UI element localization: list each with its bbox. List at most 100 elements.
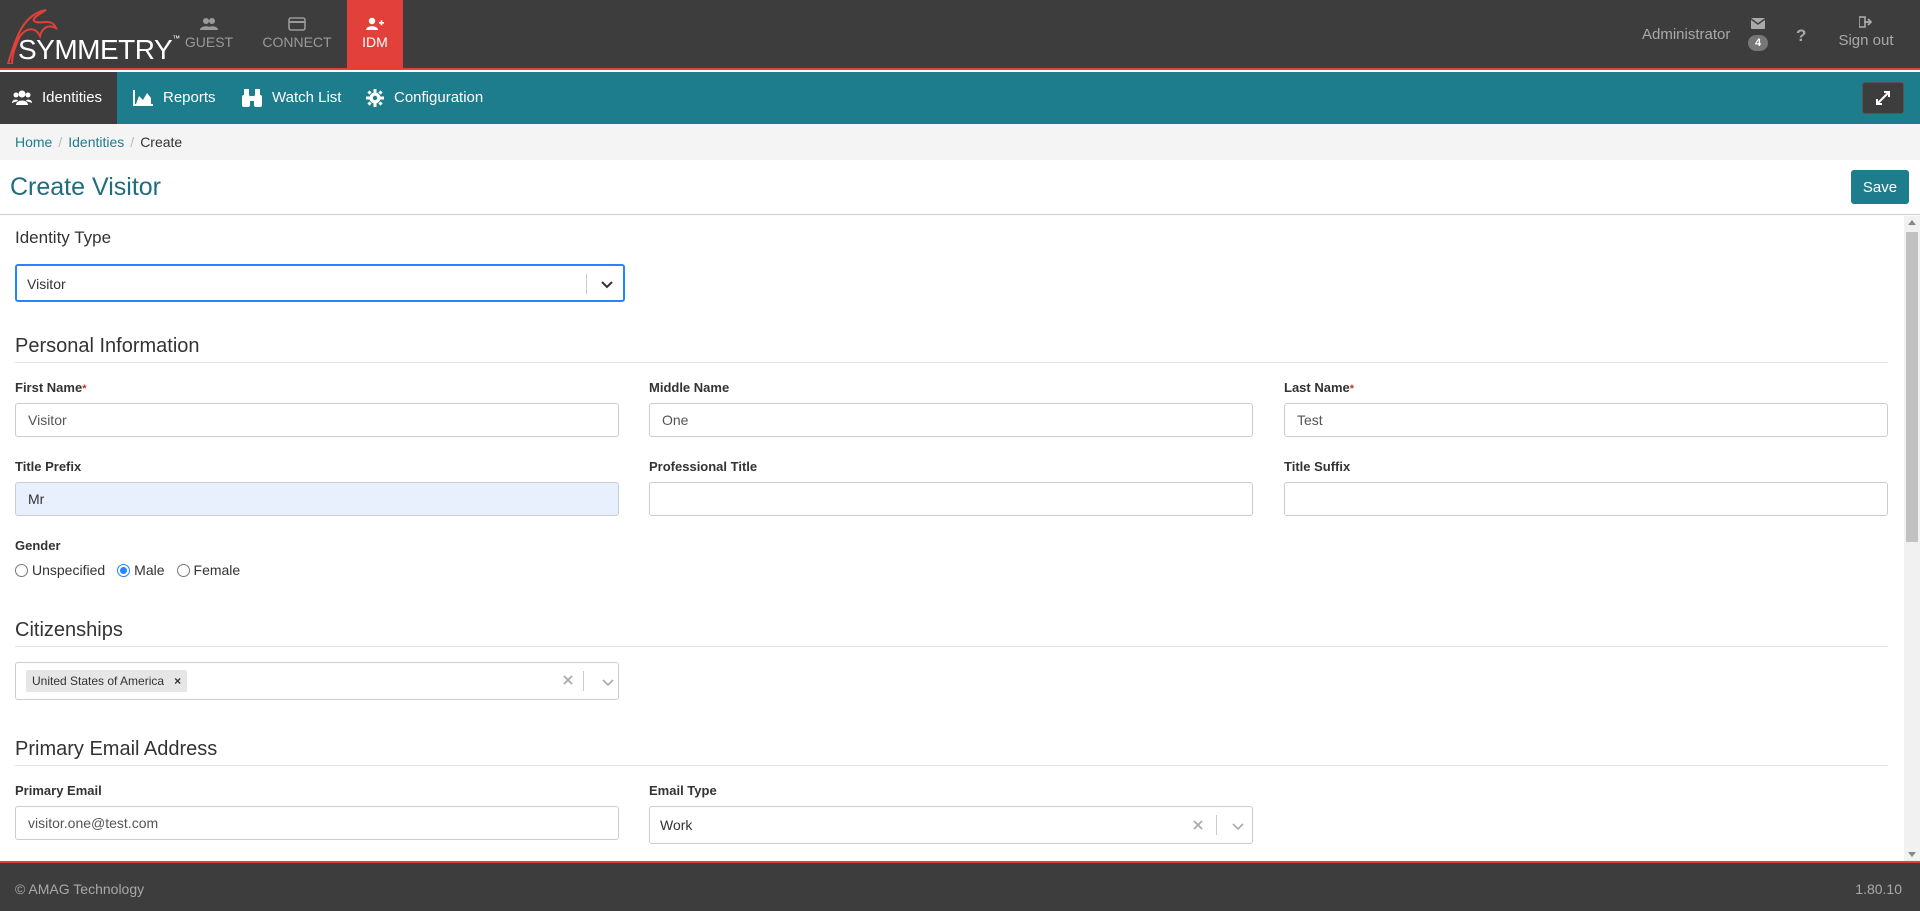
identity-type-value: Visitor [27, 276, 66, 292]
users-icon [200, 18, 218, 30]
page-header: Create Visitor Save [0, 160, 1920, 215]
email-type-value: Work [660, 817, 693, 833]
section-divider [15, 765, 1888, 766]
title-suffix-label: Title Suffix [1284, 459, 1351, 474]
copyright: © AMAG Technology [15, 881, 145, 897]
envelope-icon [1750, 18, 1766, 29]
nav-watch-list[interactable]: Watch List [230, 72, 353, 124]
messages-button[interactable]: 4 [1746, 16, 1770, 51]
help-button[interactable]: ? [1796, 26, 1806, 46]
gender-radio-male[interactable] [117, 563, 131, 577]
footer: © AMAG Technology 1.80.10 [0, 861, 1920, 911]
last-name-label: Last Name* [1284, 380, 1355, 395]
chevron-down-icon[interactable] [600, 674, 616, 690]
expand-icon [1876, 91, 1890, 105]
nav-label: Configuration [394, 89, 484, 106]
message-count-badge: 4 [1748, 35, 1768, 51]
identity-type-select[interactable]: Visitor [15, 264, 625, 302]
citizenships-select[interactable]: United States of America × [15, 662, 619, 700]
professional-title-field[interactable] [649, 482, 1253, 516]
app-tab-label: IDM [362, 34, 388, 50]
breadcrumb-separator: / [58, 134, 63, 150]
scroll-down-arrow[interactable] [1908, 852, 1916, 857]
app-tab-label: CONNECT [262, 34, 332, 50]
primary-email-field[interactable]: visitor.one@test.com [15, 806, 619, 840]
primary-email-label: Primary Email [15, 783, 102, 798]
module-nav: Identities Reports Watch List Configurat… [0, 72, 1920, 124]
nav-label: Watch List [272, 89, 342, 106]
personal-info-heading: Personal Information [15, 335, 200, 357]
users-icon [12, 90, 32, 105]
citizenships-heading: Citizenships [15, 619, 123, 641]
nav-identities[interactable]: Identities [0, 72, 117, 124]
breadcrumb-bar: Home / Identities / Create [0, 124, 1920, 160]
title-prefix-label: Title Prefix [15, 459, 82, 474]
app-tab-guest[interactable]: GUEST [173, 0, 245, 70]
title-suffix-field[interactable] [1284, 482, 1888, 516]
top-bar: SYMMETRY™ GUEST CONNECT IDM Administrato… [0, 0, 1920, 70]
fullscreen-button[interactable] [1862, 82, 1904, 114]
gender-radio-unspecified[interactable] [15, 563, 28, 577]
middle-name-label: Middle Name [649, 380, 730, 395]
scroll-thumb[interactable] [1906, 232, 1918, 542]
required-marker: * [82, 383, 87, 395]
breadcrumb-current: Create [140, 134, 183, 150]
chevron-down-icon[interactable] [599, 276, 615, 292]
gear-icon [366, 89, 384, 107]
required-marker: * [1349, 383, 1355, 395]
breadcrumb-separator: / [130, 134, 135, 150]
binoculars-icon [242, 89, 262, 107]
gender-radio-female[interactable] [176, 563, 190, 577]
select-divider [586, 274, 587, 294]
gender-radio-group: Unspecified Male Female [15, 562, 248, 578]
identity-type-heading: Identity Type [15, 228, 112, 247]
clear-icon[interactable] [561, 673, 575, 687]
email-type-select[interactable]: Work [649, 806, 1253, 844]
last-name-field[interactable]: Test [1284, 403, 1888, 437]
user-plus-icon [366, 17, 384, 30]
scroll-up-arrow[interactable] [1908, 220, 1916, 225]
gender-option-label: Female [193, 562, 241, 578]
professional-title-label: Professional Title [649, 459, 758, 474]
logo-text: SYMMETRY™ [18, 34, 180, 65]
sign-out-button[interactable]: Sign out [1836, 16, 1896, 49]
first-name-field[interactable]: Visitor [15, 403, 619, 437]
select-divider [583, 671, 584, 691]
app-tab-label: GUEST [184, 34, 234, 50]
section-divider [15, 362, 1888, 363]
middle-name-field[interactable]: One [649, 403, 1253, 437]
save-button[interactable]: Save [1851, 170, 1909, 204]
email-type-label: Email Type [649, 783, 717, 798]
primary-email-heading: Primary Email Address [15, 738, 218, 760]
area-chart-icon [133, 90, 153, 106]
nav-reports[interactable]: Reports [121, 72, 228, 124]
gender-option-label: Unspecified [32, 562, 106, 578]
remove-tag-icon[interactable]: × [174, 670, 181, 692]
gender-option-label: Male [134, 562, 165, 578]
clear-icon[interactable] [1191, 818, 1205, 832]
section-divider [15, 646, 1888, 647]
page-title: Create Visitor [10, 173, 161, 201]
user-menu[interactable]: Administrator [1642, 26, 1730, 43]
symmetry-logo[interactable]: SYMMETRY™ [6, 6, 180, 66]
first-name-label: First Name* [15, 380, 87, 395]
breadcrumb: Home / Identities / Create [15, 134, 182, 150]
sign-out-icon [1859, 16, 1873, 28]
nav-configuration[interactable]: Configuration [354, 72, 495, 124]
version: 1.80.10 [1855, 881, 1902, 897]
chevron-down-icon[interactable] [1230, 818, 1246, 834]
nav-label: Identities [42, 89, 103, 106]
gender-label: Gender [15, 538, 61, 553]
title-prefix-field[interactable]: Mr [15, 482, 619, 516]
content-scrollbar[interactable] [1904, 216, 1920, 861]
sign-out-label: Sign out [1838, 32, 1894, 49]
form-content: Identity Type Visitor Personal Informati… [0, 216, 1904, 861]
card-icon [288, 17, 306, 31]
breadcrumb-home[interactable]: Home [15, 134, 52, 150]
citizenship-tag: United States of America × [26, 670, 188, 692]
app-tab-connect[interactable]: CONNECT [257, 0, 337, 70]
breadcrumb-identities[interactable]: Identities [68, 134, 124, 150]
app-tab-idm[interactable]: IDM [347, 0, 403, 70]
select-divider [1216, 815, 1217, 835]
nav-label: Reports [163, 89, 216, 106]
